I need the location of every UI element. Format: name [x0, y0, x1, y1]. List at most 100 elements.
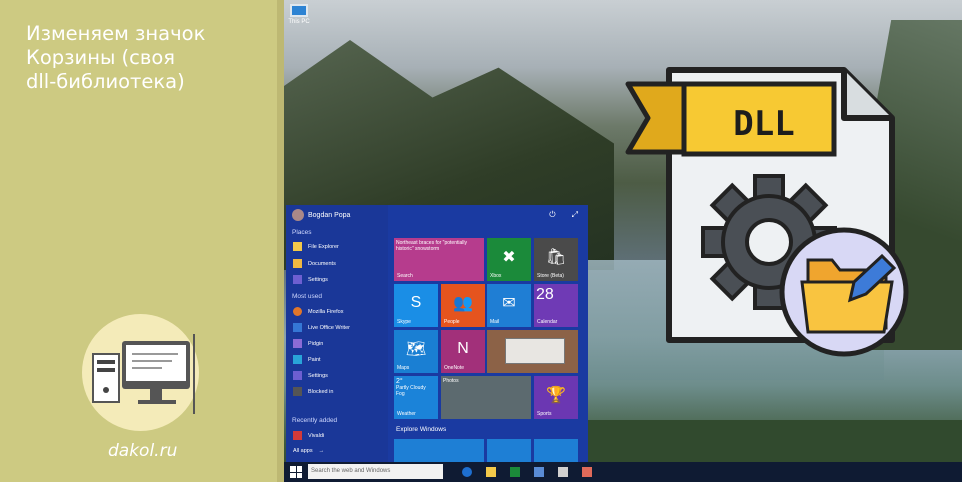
trophy-icon: 🏆 — [546, 386, 566, 404]
tile-label: Weather — [397, 411, 416, 417]
menu-item-label: Mozilla Firefox — [308, 308, 344, 315]
tile-news[interactable]: Northeast braces for "potentially histor… — [394, 238, 484, 281]
tile-label: Photos — [443, 378, 459, 384]
this-pc-desktop-icon[interactable]: This PC — [287, 4, 311, 25]
tile-maps[interactable]: 🗺 Maps — [394, 330, 438, 373]
app-icon — [293, 387, 302, 396]
tile-weather[interactable]: 2° Partly Cloudy Fog Weather — [394, 376, 438, 419]
menu-item-label: Paint — [308, 356, 321, 363]
xbox-icon: ✖ — [502, 248, 516, 266]
documents-icon — [293, 259, 302, 268]
paint-icon — [293, 355, 302, 364]
news-headline: Northeast braces for "potentially histor… — [396, 240, 467, 252]
menu-item-label: Settings — [308, 372, 328, 379]
calendar-day: 28 — [536, 286, 554, 303]
tile-label: People — [444, 319, 460, 325]
tile-label: Xbox — [490, 273, 502, 279]
all-apps-label: All apps — [293, 448, 313, 454]
tile-onenote[interactable]: N OneNote — [441, 330, 485, 373]
menu-item-label: Blocked in — [308, 388, 334, 395]
tile-skype[interactable]: S Skype — [394, 284, 438, 327]
tile-label: Calendar — [537, 319, 558, 325]
tile-label: OneNote — [444, 365, 465, 371]
windows-start-icon[interactable] — [290, 466, 302, 478]
menu-item-label: Vivaldi — [308, 432, 325, 439]
onenote-icon: N — [457, 339, 469, 357]
tile-label: Skype — [397, 319, 411, 325]
people-icon: 👥 — [453, 294, 473, 312]
menu-item-settings-2[interactable]: Settings — [293, 371, 328, 380]
tile-label: Mail — [490, 319, 500, 325]
menu-item-file-explorer[interactable]: File Explorer — [293, 242, 339, 251]
menu-item-label: Settings — [308, 276, 328, 283]
taskbar: Search the web and Windows — [284, 462, 962, 482]
ribbon-tail — [625, 81, 687, 155]
menu-item-settings[interactable]: Settings — [293, 275, 328, 284]
headline-line-3: dll-библиотека) — [26, 70, 185, 93]
power-icon[interactable]: ⏻ — [549, 210, 555, 220]
tile-store[interactable]: 🛍 Store (Beta) — [534, 238, 578, 281]
tile-people[interactable]: 👥 People — [441, 284, 485, 327]
tile-xbox[interactable]: ✖ Xbox — [487, 238, 531, 281]
article-headline: Изменяем значок Корзины (своя dll-библио… — [26, 22, 266, 94]
taskbar-search-input[interactable]: Search the web and Windows — [308, 464, 443, 479]
mail-icon: ✉ — [502, 294, 516, 312]
menu-item-vivaldi[interactable]: Vivaldi — [293, 431, 324, 440]
site-name[interactable]: dakol.ru — [108, 441, 177, 461]
steam-icon[interactable] — [534, 467, 544, 477]
tile-label: Sports — [537, 411, 552, 417]
document-icon[interactable] — [558, 467, 568, 477]
this-pc-icon — [290, 4, 308, 17]
menu-item-writer[interactable]: Live Office Writer — [293, 323, 350, 332]
start-menu: Bogdan Popa ⏻ ⤢ Places File Explorer Doc… — [286, 205, 588, 463]
user-account[interactable]: Bogdan Popa — [292, 209, 350, 221]
store-icon: 🛍 — [545, 248, 567, 266]
expand-icon[interactable]: ⤢ — [572, 210, 578, 220]
panel-divider — [277, 0, 284, 482]
shoreline — [584, 420, 962, 462]
map-icon: 🗺 — [405, 340, 427, 358]
computer-logo — [82, 314, 199, 431]
user-name: Bogdan Popa — [308, 211, 351, 219]
menu-item-label: Pidgin — [308, 340, 324, 347]
gear-icon — [293, 371, 302, 380]
most-used-heading: Most used — [292, 293, 322, 300]
all-apps-button[interactable]: All apps → — [293, 448, 324, 454]
tile-sports[interactable]: 🏆 Sports — [534, 376, 578, 419]
tile-label: Search — [397, 273, 413, 279]
tile-explore-3[interactable] — [534, 439, 578, 463]
folder-icon[interactable] — [486, 467, 496, 477]
tile-mail[interactable]: ✉ Mail — [487, 284, 531, 327]
writer-icon — [293, 323, 302, 332]
explore-windows-heading: Explore Windows — [396, 426, 447, 433]
left-panel: Изменяем значок Корзины (своя dll-библио… — [0, 0, 284, 482]
vivaldi-icon — [293, 431, 302, 440]
dll-label: DLL — [733, 104, 795, 144]
preview-window — [505, 338, 565, 364]
menu-item-blocked[interactable]: Blocked in — [293, 387, 333, 396]
menu-item-firefox[interactable]: Mozilla Firefox — [293, 307, 343, 316]
edge-icon[interactable] — [462, 467, 472, 477]
start-menu-top-icons: ⏻ ⤢ — [549, 210, 578, 220]
tile-photo-preview[interactable] — [487, 330, 578, 373]
menu-item-documents[interactable]: Documents — [293, 259, 336, 268]
tile-photos[interactable]: Photos — [441, 376, 531, 419]
pidgin-icon — [293, 339, 302, 348]
tile-calendar[interactable]: 28 Calendar — [534, 284, 578, 327]
avatar — [292, 209, 304, 221]
menu-item-paint[interactable]: Paint — [293, 355, 321, 364]
tile-explore-2[interactable] — [487, 439, 531, 463]
tile-explore-1[interactable] — [394, 439, 484, 463]
menu-item-label: Live Office Writer — [308, 324, 350, 331]
menu-item-pidgin[interactable]: Pidgin — [293, 339, 323, 348]
skype-icon: S — [410, 293, 422, 311]
this-pc-label: This PC — [288, 19, 310, 25]
tile-label: Store (Beta) — [537, 273, 564, 279]
computer-icon — [92, 334, 195, 414]
paint-icon[interactable] — [582, 467, 592, 477]
weather-temp: 2° — [396, 378, 403, 385]
menu-item-label: File Explorer — [308, 243, 339, 250]
tile-label: Maps — [397, 365, 410, 371]
store-icon[interactable] — [510, 467, 520, 477]
arrow-right-icon: → — [318, 448, 325, 454]
